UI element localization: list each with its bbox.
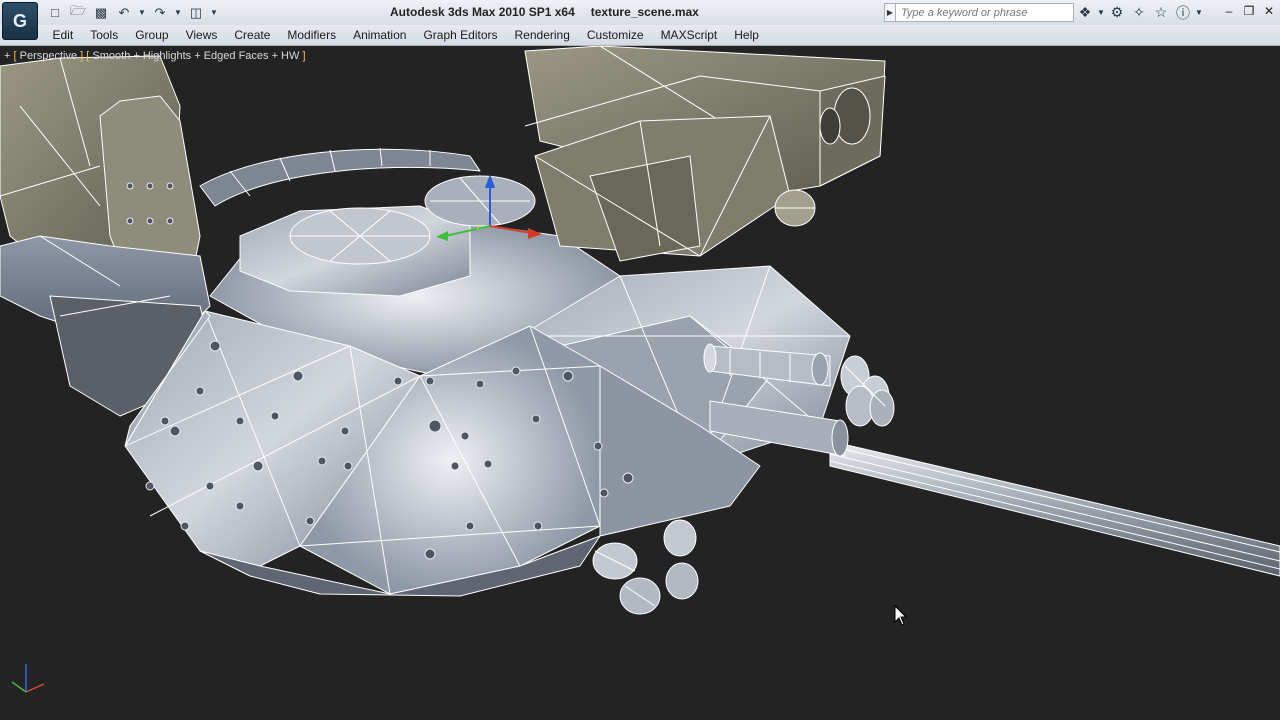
infocenter: ▶ ❖ ▼ ⚙ ✧ ☆ ⓘ ▼ xyxy=(884,2,1214,23)
binoculars-icon[interactable]: ❖ xyxy=(1074,3,1096,23)
menu-edit[interactable]: Edit xyxy=(44,25,82,45)
search-expand-icon[interactable]: ▶ xyxy=(884,3,896,22)
search-input[interactable] xyxy=(896,3,1074,22)
menu-maxscript[interactable]: MAXScript xyxy=(652,25,726,45)
menu-rendering[interactable]: Rendering xyxy=(506,25,578,45)
close-icon[interactable]: ✕ xyxy=(1262,3,1276,19)
menu-bar: Edit Tools Group Views Create Modifiers … xyxy=(0,25,1280,46)
menu-animation[interactable]: Animation xyxy=(345,25,415,45)
menu-modifiers[interactable]: Modifiers xyxy=(279,25,345,45)
redo-icon[interactable]: ↷ xyxy=(149,3,171,23)
favorites-star-icon[interactable]: ☆ xyxy=(1150,3,1172,23)
viewport-shading-label[interactable]: Smooth + Highlights + Edged Faces + HW xyxy=(92,50,299,62)
menu-views[interactable]: Views xyxy=(177,25,226,45)
main-menu: Edit Tools Group Views Create Modifiers … xyxy=(44,25,767,45)
search-dropdown-icon[interactable]: ▼ xyxy=(1096,3,1106,23)
viewport-view-label[interactable]: Perspective xyxy=(20,50,77,62)
window-controls: – ❐ ✕ xyxy=(1222,3,1276,19)
undo-icon[interactable]: ↶ xyxy=(113,3,135,23)
world-axis-icon xyxy=(11,664,45,693)
viewport-menu-plus[interactable]: + xyxy=(4,50,10,62)
subscription-key-icon[interactable]: ⚙ xyxy=(1106,3,1128,23)
project-folder-icon[interactable]: ◫ xyxy=(185,3,207,23)
menu-graph-editors[interactable]: Graph Editors xyxy=(415,25,506,45)
application-button[interactable]: G xyxy=(2,2,38,40)
turret-mesh[interactable] xyxy=(0,46,1280,615)
mouse-cursor-icon xyxy=(894,605,908,626)
menu-create[interactable]: Create xyxy=(226,25,279,45)
qat-customize-icon[interactable]: ▼ xyxy=(208,3,220,23)
menu-group[interactable]: Group xyxy=(127,25,177,45)
new-icon[interactable]: □ xyxy=(44,3,66,23)
app-logo-icon: G xyxy=(12,10,27,31)
perspective-viewport[interactable]: + [ Perspective ] [ Smooth + Highlights … xyxy=(0,46,1280,720)
app-title: Autodesk 3ds Max 2010 SP1 x64 xyxy=(390,5,575,19)
viewport-label[interactable]: + [ Perspective ] [ Smooth + Highlights … xyxy=(4,50,306,62)
turret-model[interactable] xyxy=(0,46,1280,720)
open-icon[interactable]: 🗁 xyxy=(67,3,89,23)
minimize-icon[interactable]: – xyxy=(1222,3,1236,19)
communication-center-icon[interactable]: ✧ xyxy=(1128,3,1150,23)
quick-access-toolbar: □ 🗁 ▩ ↶ ▼ ↷ ▼ ◫ ▼ xyxy=(44,2,220,23)
file-name: texture_scene.max xyxy=(590,5,699,19)
redo-dropdown-icon[interactable]: ▼ xyxy=(172,3,184,23)
save-icon[interactable]: ▩ xyxy=(90,3,112,23)
undo-dropdown-icon[interactable]: ▼ xyxy=(136,3,148,23)
help-dropdown-icon[interactable]: ▼ xyxy=(1194,3,1204,23)
title-bar: G □ 🗁 ▩ ↶ ▼ ↷ ▼ ◫ ▼ Autodesk 3ds Max 201… xyxy=(0,0,1280,40)
app-window: G □ 🗁 ▩ ↶ ▼ ↷ ▼ ◫ ▼ Autodesk 3ds Max 201… xyxy=(0,0,1280,720)
window-title: Autodesk 3ds Max 2010 SP1 x64 texture_sce… xyxy=(390,5,699,19)
help-icon[interactable]: ⓘ xyxy=(1172,3,1194,23)
menu-customize[interactable]: Customize xyxy=(578,25,652,45)
menu-help[interactable]: Help xyxy=(726,25,768,45)
menu-tools[interactable]: Tools xyxy=(82,25,127,45)
restore-icon[interactable]: ❐ xyxy=(1242,3,1256,19)
